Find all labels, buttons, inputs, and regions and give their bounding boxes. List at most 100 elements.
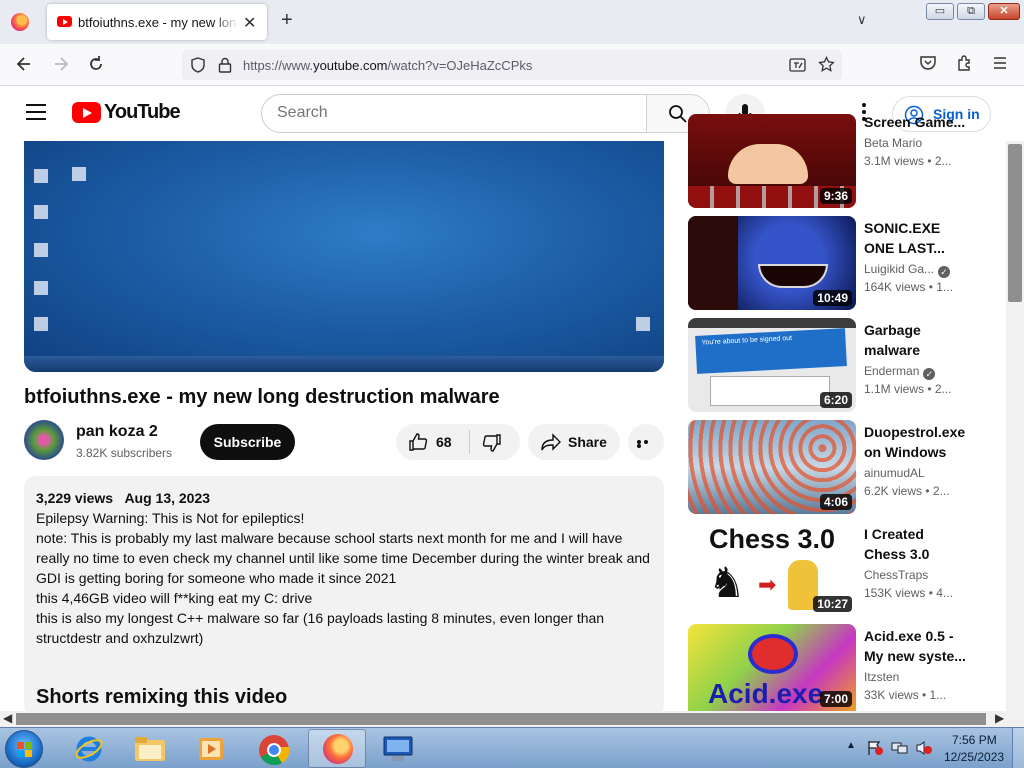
desktop-icon-thumbnail (34, 281, 48, 295)
thumbs-up-icon[interactable] (408, 432, 428, 452)
action-center-flag-icon[interactable] (866, 740, 884, 756)
video-title: Screen Game... (864, 92, 968, 132)
recommended-video[interactable]: Chess 3.0 ♞ ➡ 10:27 I Created Chess 3.0 … (688, 522, 988, 616)
bookmark-star-icon[interactable] (818, 56, 835, 73)
youtube-logo[interactable]: YouTube (72, 101, 181, 125)
windows-logo-icon (17, 742, 33, 758)
extensions-puzzle-icon[interactable] (956, 54, 974, 72)
window-maximize-button[interactable]: ⧉ (957, 3, 985, 20)
recommended-video[interactable]: 10:49 SONIC.EXE ONE LAST... Luigikid Ga.… (688, 216, 988, 310)
show-desktop-button[interactable] (1012, 728, 1024, 768)
video-player[interactable] (24, 141, 664, 372)
recommended-video[interactable]: Acid.exe 7:00 Acid.exe 0.5 - My new syst… (688, 624, 988, 711)
url-domain: youtube.com (313, 58, 388, 73)
search-input[interactable] (277, 104, 627, 122)
video-stats: 153K views • 4... (864, 586, 953, 600)
youtube-logo-text: YouTube (104, 101, 181, 123)
firefox-taskbar-button[interactable] (308, 729, 366, 768)
search-box[interactable] (261, 94, 647, 133)
video-thumbnail[interactable]: Acid.exe 7:00 (688, 624, 856, 711)
translate-page-icon[interactable] (789, 57, 806, 73)
desktop-icon-thumbnail (34, 243, 48, 257)
upload-date: Aug 13, 2023 (124, 490, 211, 506)
browser-tab-strip: btfoiuthns.exe - my new long destruction… (0, 0, 1024, 44)
video-thumbnail[interactable]: You're about to be signed out 6:20 (688, 318, 856, 412)
guide-menu-icon[interactable] (26, 104, 46, 120)
horizontal-scrollbar-thumb[interactable] (16, 713, 986, 725)
search-icon (669, 105, 687, 123)
vertical-scrollbar-thumb[interactable] (1008, 144, 1022, 302)
internet-explorer-taskbar-button[interactable] (60, 729, 118, 768)
list-all-tabs-button[interactable]: ∨ (857, 12, 867, 28)
forward-arrow-icon[interactable] (51, 54, 71, 74)
start-button[interactable] (5, 730, 43, 768)
video-frame-taskbar (24, 356, 664, 372)
description-text: Epilepsy Warning: This is Not for epilep… (36, 508, 656, 648)
thumbnail-mouth-shape (758, 264, 828, 288)
video-title-text: Screen Game... (864, 114, 966, 130)
thumbs-down-icon[interactable] (482, 433, 502, 453)
minimize-icon: ▭ (934, 5, 946, 17)
new-tab-button[interactable]: + (281, 9, 293, 32)
remote-desktop-taskbar-button[interactable] (369, 729, 427, 768)
window-minimize-button[interactable]: ▭ (926, 3, 954, 20)
clock-date[interactable]: 12/25/2023 (944, 750, 1004, 764)
youtube-favicon-icon (57, 16, 72, 27)
video-thumbnail[interactable]: 9:36 (688, 114, 856, 208)
show-hidden-icons-arrow-icon[interactable]: ▲ (846, 740, 856, 751)
back-arrow-icon[interactable] (14, 54, 34, 74)
remote-desktop-icon (383, 736, 413, 761)
address-bar[interactable]: https://www.youtube.com/watch?v=OJeHaZcC… (182, 50, 842, 80)
subscribe-button[interactable]: Subscribe (200, 424, 295, 460)
tab-close-icon[interactable]: ✕ (243, 13, 256, 33)
channel-name[interactable]: pan koza 2 (76, 423, 158, 441)
clock-time[interactable]: 7:56 PM (952, 733, 997, 747)
video-stats: 33K views • 1... (864, 688, 947, 702)
description-line: note: This is probably my last malware b… (36, 530, 650, 586)
video-title: Duopestrol.exe on Windows 8.1 (864, 424, 966, 460)
window-close-button[interactable]: ✕ (988, 3, 1020, 20)
media-player-icon (199, 738, 223, 760)
hamburger-menu-icon[interactable] (991, 54, 1009, 72)
vertical-scrollbar[interactable] (1006, 141, 1024, 711)
video-duration: 6:20 (819, 392, 852, 408)
media-player-taskbar-button[interactable] (182, 729, 240, 768)
scroll-right-arrow-icon[interactable]: ▶ (995, 711, 1004, 725)
horizontal-scrollbar[interactable]: ◀ ▶ (0, 711, 1024, 727)
thumbnail-dialog-text: You're about to be signed out (701, 334, 793, 347)
thumbnail-acid-title: Acid.exe (708, 678, 824, 709)
tracking-protection-shield-icon[interactable] (190, 57, 206, 73)
browser-navigation-bar: https://www.youtube.com/watch?v=OJeHaZcC… (0, 44, 1024, 86)
more-actions-button[interactable] (628, 424, 664, 460)
url-text[interactable]: https://www.youtube.com/watch?v=OJeHaZcC… (243, 58, 532, 73)
pocket-icon[interactable] (919, 54, 937, 72)
volume-muted-icon[interactable] (915, 740, 933, 756)
video-stats: 1.1M views • 2... (864, 382, 952, 396)
share-button[interactable]: Share (528, 424, 620, 460)
network-icon[interactable] (891, 740, 909, 756)
recommended-video[interactable]: 4:06 Duopestrol.exe on Windows 8.1 ainum… (688, 420, 988, 514)
tab-title: btfoiuthns.exe - my new long destruction… (78, 15, 238, 30)
padlock-icon[interactable] (218, 57, 232, 73)
chrome-taskbar-button[interactable] (245, 729, 303, 768)
browser-tab-active[interactable]: btfoiuthns.exe - my new long destruction… (47, 4, 267, 40)
desktop-icon-thumbnail (34, 169, 48, 183)
firefox-view-icon[interactable] (11, 13, 29, 31)
desktop-icon-thumbnail (34, 317, 48, 331)
video-duration: 10:49 (813, 290, 852, 306)
recommended-video[interactable]: 9:36 Screen Game... Beta Mario 3.1M view… (688, 114, 988, 208)
recommended-video[interactable]: You're about to be signed out 6:20 Garba… (688, 318, 988, 412)
video-thumbnail[interactable]: 10:49 (688, 216, 856, 310)
windows-explorer-taskbar-button[interactable] (121, 729, 179, 768)
scroll-left-arrow-icon[interactable]: ◀ (3, 711, 12, 725)
channel-name: Itzsten (864, 670, 900, 684)
video-thumbnail[interactable]: 4:06 (688, 420, 856, 514)
channel-name: Enderman (864, 364, 920, 378)
channel-avatar[interactable] (24, 420, 64, 460)
video-stats: 3.1M views • 2... (864, 154, 952, 168)
reload-icon[interactable] (86, 54, 106, 74)
verified-check-icon: ✓ (923, 368, 936, 380)
desktop-icon-thumbnail (636, 317, 650, 331)
video-thumbnail[interactable]: Chess 3.0 ♞ ➡ 10:27 (688, 522, 856, 616)
description-box[interactable]: 3,229 views Aug 13, 2023 Epilepsy Warnin… (24, 476, 664, 716)
